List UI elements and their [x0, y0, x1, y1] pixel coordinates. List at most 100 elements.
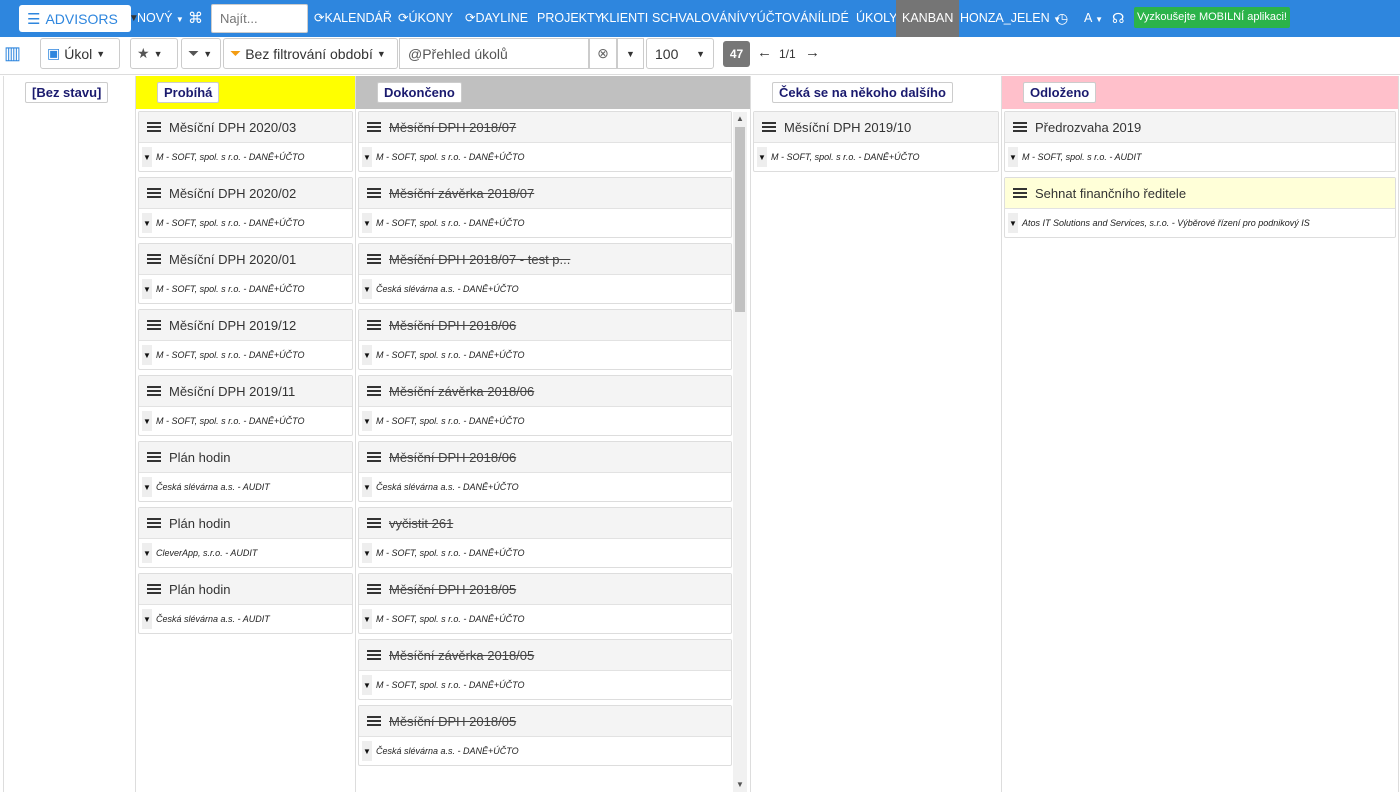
caret-down-icon[interactable]: ▼ [362, 147, 372, 167]
caret-down-icon[interactable]: ▼ [142, 609, 152, 629]
column-title[interactable]: [Bez stavu] [25, 82, 109, 103]
card-header[interactable]: Měsíční závěrka 2018/05 [359, 640, 731, 671]
task-card[interactable]: Sehnat finančního ředitele ▼ Atos IT Solut… [1004, 177, 1396, 238]
mobile-app-promo[interactable]: Vyzkoušejte MOBILNÍ aplikaci! [1134, 7, 1290, 28]
drag-handle-icon[interactable] [147, 584, 161, 594]
card-title[interactable]: Měsíční DPH 2020/02 [169, 186, 296, 201]
filter-dropdown[interactable]: ⏷ ▼ [181, 38, 221, 69]
drag-handle-icon[interactable] [147, 452, 161, 462]
card-header[interactable]: Měsíční DPH 2019/11 [139, 376, 352, 407]
drag-handle-icon[interactable] [367, 188, 381, 198]
nav-projects[interactable]: PROJEKTY [537, 0, 603, 37]
brand-menu-button[interactable]: ☰ ADVISORS ▼ [19, 5, 139, 32]
card-title[interactable]: Plán hodin [169, 450, 230, 465]
drag-handle-icon[interactable] [1013, 188, 1027, 198]
drag-handle-icon[interactable] [367, 320, 381, 330]
card-title[interactable]: Měsíční DPH 2020/03 [169, 120, 296, 135]
card-title[interactable]: Měsíční závěrka 2018/07 [389, 186, 534, 201]
caret-down-icon[interactable]: ▼ [142, 147, 152, 167]
scroll-up-icon[interactable]: ▲ [733, 114, 747, 126]
card-header[interactable]: Měsíční DPH 2020/03 [139, 112, 352, 143]
card-title[interactable]: Měsíční DPH 2018/07 - test p... [389, 252, 570, 267]
task-card[interactable]: Měsíční DPH 2018/05 ▼ Česká slévárna a.s. … [358, 705, 732, 766]
card-header[interactable]: Měsíční závěrka 2018/06 [359, 376, 731, 407]
drag-handle-icon[interactable] [147, 518, 161, 528]
map-icon[interactable]: ▥ [4, 43, 31, 63]
caret-down-icon[interactable]: ▼ [142, 411, 152, 431]
card-header[interactable]: Měsíční závěrka 2018/07 [359, 178, 731, 209]
card-header[interactable]: Plán hodin [139, 574, 352, 605]
card-title[interactable]: Měsíční DPH 2019/12 [169, 318, 296, 333]
favorites-dropdown[interactable]: ★ ▼ [130, 38, 178, 69]
arrow-right-icon[interactable]: → [805, 44, 820, 61]
drag-handle-icon[interactable] [367, 386, 381, 396]
card-header[interactable]: Měsíční DPH 2018/07 [359, 112, 731, 143]
drag-handle-icon[interactable] [147, 320, 161, 330]
column-title[interactable]: Odloženo [1023, 82, 1097, 103]
card-title[interactable]: Měsíční DPH 2018/05 [389, 582, 516, 597]
page-size-select[interactable]: 100 ▼ [646, 38, 714, 69]
caret-down-icon[interactable]: ▼ [362, 675, 372, 695]
card-header[interactable]: Měsíční DPH 2020/01 [139, 244, 352, 275]
card-title[interactable]: Předrozvaha 2019 [1035, 120, 1141, 135]
task-card[interactable]: Měsíční DPH 2019/11 ▼ M - SOFT, spol. s r.… [138, 375, 353, 436]
nav-kanban[interactable]: KANBAN [896, 0, 960, 37]
task-card[interactable]: Měsíční DPH 2019/12 ▼ M - SOFT, spol. s r.… [138, 309, 353, 370]
card-header[interactable]: vyčistit 261 [359, 508, 731, 539]
card-header[interactable]: Měsíční DPH 2018/07 - test p... [359, 244, 731, 275]
card-header[interactable]: Měsíční DPH 2019/12 [139, 310, 352, 341]
card-header[interactable]: Plán hodin [139, 508, 352, 539]
caret-down-icon[interactable]: ▼ [362, 411, 372, 431]
support-icon[interactable]: ☊ [1112, 0, 1124, 37]
scrollbar-thumb[interactable] [735, 127, 745, 312]
view-dropdown-button[interactable]: ▼ [617, 38, 644, 69]
task-card[interactable]: Měsíční DPH 2018/07 - test p... ▼ Česká sl… [358, 243, 732, 304]
task-card[interactable]: Měsíční DPH 2020/01 ▼ M - SOFT, spol. s r.… [138, 243, 353, 304]
task-card[interactable]: Měsíční DPH 2018/06 ▼ M - SOFT, spol. s r.… [358, 309, 732, 370]
done-column-scrollbar[interactable]: ▲ ▼ [733, 112, 747, 792]
caret-down-icon[interactable]: ▼ [362, 345, 372, 365]
task-card[interactable]: Měsíční závěrka 2018/06 ▼ M - SOFT, spol. … [358, 375, 732, 436]
drag-handle-icon[interactable] [147, 188, 161, 198]
task-card[interactable]: Měsíční DPH 2020/02 ▼ M - SOFT, spol. s r.… [138, 177, 353, 238]
nav-tasks[interactable]: ÚKOLY [856, 0, 897, 37]
drag-handle-icon[interactable] [367, 584, 381, 594]
clock-icon[interactable]: ◷ [1056, 0, 1068, 37]
task-card[interactable]: Měsíční DPH 2018/07 ▼ M - SOFT, spol. s r.… [358, 111, 732, 172]
card-title[interactable]: Měsíční DPH 2018/06 [389, 318, 516, 333]
card-header[interactable]: Sehnat finančního ředitele [1005, 178, 1395, 209]
task-card[interactable]: Předrozvaha 2019 ▼ M - SOFT, spol. s r.o. … [1004, 111, 1396, 172]
drag-handle-icon[interactable] [1013, 122, 1027, 132]
card-header[interactable]: Měsíční DPH 2018/05 [359, 574, 731, 605]
arrow-left-icon[interactable]: ← [757, 44, 772, 61]
card-header[interactable]: Měsíční DPH 2020/02 [139, 178, 352, 209]
card-title[interactable]: Plán hodin [169, 582, 230, 597]
task-card[interactable]: Měsíční DPH 2020/03 ▼ M - SOFT, spol. s r.… [138, 111, 353, 172]
task-card[interactable]: Měsíční závěrka 2018/07 ▼ M - SOFT, spol. … [358, 177, 732, 238]
drag-handle-icon[interactable] [367, 452, 381, 462]
card-title[interactable]: Měsíční závěrka 2018/05 [389, 648, 534, 663]
drag-handle-icon[interactable] [367, 254, 381, 264]
drag-handle-icon[interactable] [762, 122, 776, 132]
task-card[interactable]: Měsíční závěrka 2018/05 ▼ M - SOFT, spol. … [358, 639, 732, 700]
task-card[interactable]: Plán hodin ▼ Česká slévárna a.s. - AUDIT [138, 441, 353, 502]
card-header[interactable]: Měsíční DPH 2019/10 [754, 112, 998, 143]
drag-handle-icon[interactable] [367, 122, 381, 132]
new-menu[interactable]: NOVÝ ▼ [137, 0, 184, 37]
drag-handle-icon[interactable] [367, 650, 381, 660]
card-title[interactable]: Měsíční DPH 2019/10 [784, 120, 911, 135]
card-title[interactable]: Měsíční DPH 2018/07 [389, 120, 516, 135]
card-title[interactable]: Měsíční DPH 2018/06 [389, 450, 516, 465]
card-header[interactable]: Měsíční DPH 2018/06 [359, 310, 731, 341]
card-header[interactable]: Předrozvaha 2019 [1005, 112, 1395, 143]
caret-down-icon[interactable]: ▼ [362, 279, 372, 299]
card-title[interactable]: Sehnat finančního ředitele [1035, 186, 1186, 201]
column-title[interactable]: Dokončeno [377, 82, 462, 103]
caret-down-icon[interactable]: ▼ [757, 147, 767, 167]
caret-down-icon[interactable]: ▼ [142, 279, 152, 299]
period-filter-dropdown[interactable]: ⏷ Bez filtrování období ▼ [223, 38, 398, 69]
task-card[interactable]: Plán hodin ▼ CleverApp, s.r.o. - AUDIT [138, 507, 353, 568]
caret-down-icon[interactable]: ▼ [142, 543, 152, 563]
caret-down-icon[interactable]: ▼ [142, 345, 152, 365]
nav-dayline[interactable]: ⟳DAYLINE [465, 0, 528, 37]
